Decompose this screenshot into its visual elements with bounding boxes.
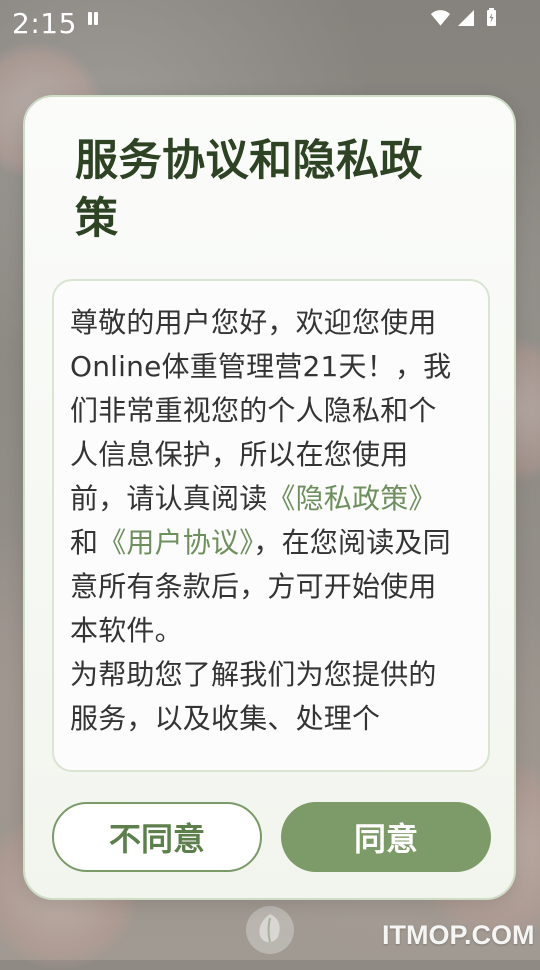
- disagree-button[interactable]: 不同意: [52, 802, 262, 872]
- signal-icon: [458, 10, 474, 26]
- battery-icon: [487, 8, 496, 26]
- notification-icon: [86, 8, 100, 28]
- dialog-actions: 不同意 同意: [52, 802, 491, 872]
- user-agreement-link[interactable]: 《用户协议》: [98, 526, 253, 559]
- agreement-content-box[interactable]: 尊敬的用户您好，欢迎您使用Online体重管理营21天！，我们非常重视您的个人隐…: [52, 279, 490, 772]
- privacy-dialog: 服务协议和隐私政策 尊敬的用户您好，欢迎您使用Online体重管理营21天！，我…: [23, 95, 516, 900]
- status-bar: 2:15: [0, 0, 540, 44]
- site-watermark: ITMOP.COM: [382, 920, 535, 950]
- agreement-paragraph-1: 尊敬的用户您好，欢迎您使用Online体重管理营21天！，我们非常重视您的个人隐…: [70, 301, 460, 653]
- privacy-policy-link[interactable]: 《隐私政策》: [267, 482, 436, 515]
- dialog-title: 服务协议和隐私政策: [75, 136, 423, 244]
- leaf-logo-icon: [246, 906, 294, 954]
- agreement-text-conjunction: 和: [70, 526, 99, 559]
- agree-button[interactable]: 同意: [281, 802, 491, 872]
- wifi-icon: [430, 10, 451, 26]
- agreement-paragraph-2: 为帮助您了解我们为您提供的服务，以及收集、处理个: [70, 658, 437, 735]
- status-time: 2:15: [12, 7, 77, 40]
- agreement-scroll-area[interactable]: 尊敬的用户您好，欢迎您使用Online体重管理营21天！，我们非常重视您的个人隐…: [70, 301, 460, 770]
